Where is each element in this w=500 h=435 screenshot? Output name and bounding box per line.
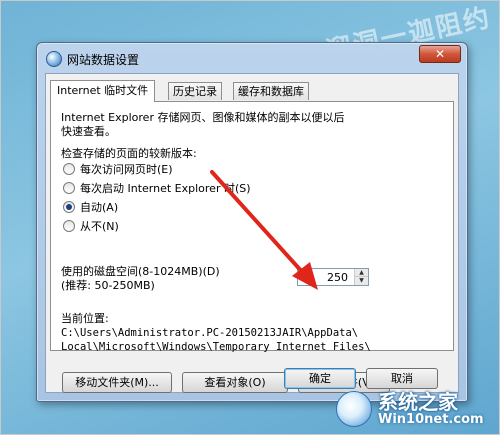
disk-space-value[interactable]: 250 xyxy=(327,271,348,284)
disk-space-spinner[interactable]: 250 ▲ ▼ xyxy=(297,268,369,286)
tab-caches-databases[interactable]: 缓存和数据库 xyxy=(233,82,309,100)
logo-name: 系统之家 xyxy=(378,390,458,414)
current-location-path: C:\Users\Administrator.PC-20150213JAIR\A… xyxy=(61,326,371,354)
current-location-label: 当前位置: xyxy=(61,312,109,325)
description-line-2: 快速查看。 xyxy=(61,125,116,138)
watermark-logo: 系统之家 Win10net.com xyxy=(332,383,500,435)
dialog-client-area: Internet 临时文件 历史记录 缓存和数据库 Internet Explo… xyxy=(45,73,459,393)
spin-up-icon[interactable]: ▲ xyxy=(355,269,368,277)
spinner-buttons: ▲ ▼ xyxy=(354,269,368,285)
view-objects-button[interactable]: 查看对象(O) xyxy=(182,372,288,393)
radio-button[interactable] xyxy=(63,182,75,194)
radio-never[interactable]: 从不(N) xyxy=(63,218,119,234)
radio-label: 自动(A) xyxy=(80,201,119,214)
tab-internet-temp-files[interactable]: Internet 临时文件 xyxy=(50,80,156,102)
path-line-2: Local\Microsoft\Windows\Temporary Intern… xyxy=(61,341,371,353)
radio-label: 从不(N) xyxy=(80,220,119,233)
logo-url: Win10net.com xyxy=(378,412,484,427)
move-folder-button[interactable]: 移动文件夹(M)... xyxy=(62,372,172,393)
tab-history[interactable]: 历史记录 xyxy=(168,82,222,100)
radio-every-visit[interactable]: 每次访问网页时(E) xyxy=(63,161,173,177)
radio-button[interactable] xyxy=(63,163,75,175)
disk-space-recommended: (推荐: 50-250MB) xyxy=(61,279,155,292)
tab-panel: Internet Explorer 存储网页、图像和媒体的副本以便以后 快速查看… xyxy=(50,101,454,354)
globe-icon xyxy=(46,51,62,67)
spin-down-icon[interactable]: ▼ xyxy=(355,277,368,285)
radio-automatic[interactable]: 自动(A) xyxy=(63,199,118,215)
disk-space-label: 使用的磁盘空间(8-1024MB)(D) (推荐: 50-250MB) xyxy=(61,265,220,293)
title-bar[interactable]: 网站数据设置 ✕ xyxy=(37,43,467,73)
check-versions-label: 检查存储的页面的较新版本: xyxy=(61,147,197,160)
radio-every-start[interactable]: 每次启动 Internet Explorer 时(S) xyxy=(63,180,251,196)
window-title: 网站数据设置 xyxy=(67,53,140,67)
path-line-1: C:\Users\Administrator.PC-20150213JAIR\A… xyxy=(61,327,359,339)
radio-label: 每次启动 Internet Explorer 时(S) xyxy=(80,182,251,195)
logo-icon xyxy=(336,391,372,427)
radio-label: 每次访问网页时(E) xyxy=(80,163,173,176)
description-line-1: Internet Explorer 存储网页、图像和媒体的副本以便以后 xyxy=(61,111,345,124)
radio-button[interactable] xyxy=(63,220,75,232)
close-button[interactable]: ✕ xyxy=(419,45,461,63)
radio-button-checked[interactable] xyxy=(63,201,75,213)
disk-space-range: 使用的磁盘空间(8-1024MB)(D) xyxy=(61,265,220,278)
description: Internet Explorer 存储网页、图像和媒体的副本以便以后 快速查看… xyxy=(61,111,391,139)
dialog-window: 网站数据设置 ✕ Internet 临时文件 历史记录 缓存和数据库 Inter… xyxy=(36,42,468,402)
